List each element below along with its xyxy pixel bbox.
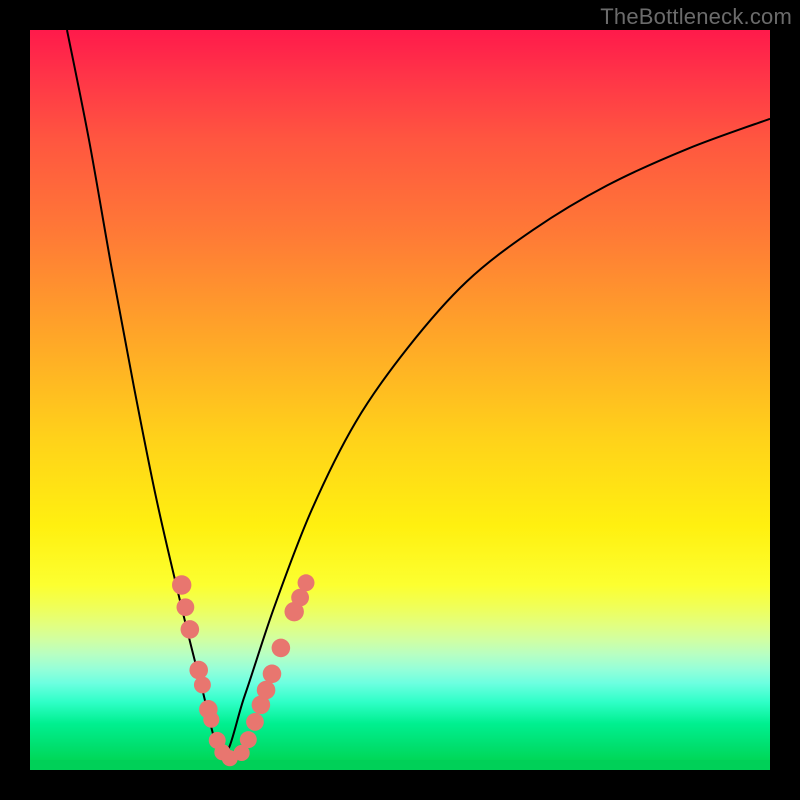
bottleneck-curve (67, 30, 770, 755)
dot-right-4 (257, 681, 276, 700)
curve-path (67, 30, 770, 755)
dot-right-2 (246, 713, 264, 731)
dot-left-2 (181, 620, 200, 639)
dot-right-8 (291, 589, 309, 607)
data-dots (172, 574, 314, 766)
dot-right-5 (263, 665, 282, 684)
plot-area (30, 30, 770, 770)
dot-left-3 (189, 661, 208, 680)
dot-left-1 (177, 598, 195, 616)
dot-left-6 (203, 712, 219, 728)
outer-frame: TheBottleneck.com (0, 0, 800, 800)
dot-right-1 (240, 731, 257, 748)
watermark-text: TheBottleneck.com (600, 4, 792, 30)
dot-left-4 (194, 676, 211, 693)
dot-right-9 (298, 574, 315, 591)
dot-left-0 (172, 575, 191, 594)
curve-layer (30, 30, 770, 770)
dot-right-6 (272, 639, 291, 658)
